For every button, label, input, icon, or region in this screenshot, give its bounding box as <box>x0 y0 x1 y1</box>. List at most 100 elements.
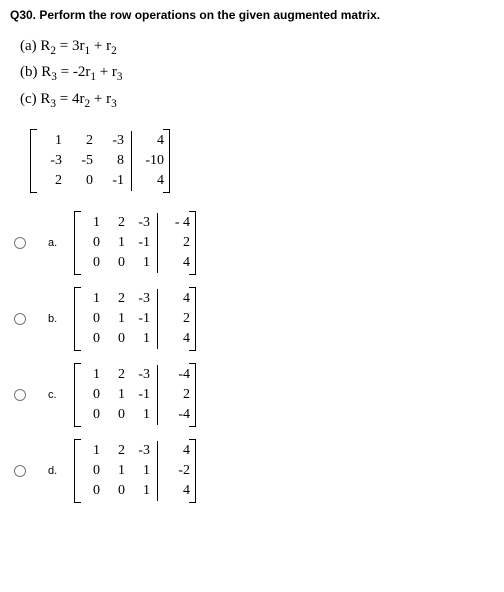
cell: 1 <box>78 443 103 459</box>
cell: 1 <box>103 463 128 479</box>
op-text: (c) R <box>20 91 50 107</box>
op-text: = 3r <box>56 38 84 54</box>
cell: 1 <box>34 133 65 149</box>
radio-d[interactable] <box>14 465 26 477</box>
aug-bar <box>131 171 132 191</box>
cell: -5 <box>65 153 96 169</box>
cell: - 4 <box>162 215 192 231</box>
cell: 1 <box>78 215 103 231</box>
cell: 1 <box>128 407 153 423</box>
cell: -10 <box>136 153 166 169</box>
cell: 1 <box>103 387 128 403</box>
op-text: (b) R <box>20 64 51 80</box>
page: Q30. Perform the row operations on the g… <box>0 0 504 592</box>
aug-bar <box>157 481 158 501</box>
cell: 1 <box>103 235 128 251</box>
cell: 0 <box>78 483 103 499</box>
cell: 2 <box>103 291 128 307</box>
aug-bar <box>157 309 158 329</box>
matrix-row: 0 0 1 4 <box>78 253 192 273</box>
matrix-row: 1 2 -3 4 <box>78 441 192 461</box>
cell: -4 <box>162 407 192 423</box>
op-text: + r <box>90 38 111 54</box>
choice-a: a. 1 2 -3 - 4 0 1 -1 2 0 0 <box>14 211 494 275</box>
cell: -3 <box>128 443 153 459</box>
cell: 0 <box>65 173 96 189</box>
cell: 0 <box>103 331 128 347</box>
cell: 1 <box>78 367 103 383</box>
matrix-row: 0 1 -1 2 <box>78 309 192 329</box>
choices: a. 1 2 -3 - 4 0 1 -1 2 0 0 <box>14 211 494 503</box>
aug-bar <box>157 405 158 425</box>
radio-b[interactable] <box>14 313 26 325</box>
choice-c: c. 1 2 -3 -4 0 1 -1 2 0 0 <box>14 363 494 427</box>
aug-bar <box>157 289 158 309</box>
matrix-row: 0 0 1 4 <box>78 329 192 349</box>
cell: 0 <box>78 463 103 479</box>
cell: 4 <box>162 331 192 347</box>
cell: 0 <box>103 255 128 271</box>
cell: 1 <box>128 331 153 347</box>
cell: -1 <box>128 311 153 327</box>
cell: 0 <box>103 483 128 499</box>
cell: -3 <box>128 367 153 383</box>
cell: 0 <box>103 407 128 423</box>
cell: 4 <box>162 443 192 459</box>
given-matrix: 1 2 -3 4 -3 -5 8 -10 2 0 -1 4 <box>30 129 170 193</box>
aug-bar <box>157 385 158 405</box>
choice-matrix: 1 2 -3 - 4 0 1 -1 2 0 0 1 <box>74 211 196 275</box>
aug-bar <box>131 131 132 151</box>
cell: 4 <box>136 133 166 149</box>
aug-bar <box>157 213 158 233</box>
cell: 0 <box>78 311 103 327</box>
cell: 2 <box>162 387 192 403</box>
op-text: = 4r <box>56 91 84 107</box>
aug-bar <box>157 233 158 253</box>
cell: -3 <box>128 291 153 307</box>
cell: 2 <box>34 173 65 189</box>
cell: 1 <box>128 255 153 271</box>
radio-c[interactable] <box>14 389 26 401</box>
matrix-row: 1 2 -3 4 <box>78 289 192 309</box>
cell: 0 <box>78 387 103 403</box>
matrix-row: 1 2 -3 4 <box>34 131 166 151</box>
matrix-row: 0 0 1 -4 <box>78 405 192 425</box>
cell: -4 <box>162 367 192 383</box>
choice-matrix: 1 2 -3 -4 0 1 -1 2 0 0 1 <box>74 363 196 427</box>
aug-bar <box>157 441 158 461</box>
op-sub: 2 <box>111 45 117 57</box>
op-sub: 3 <box>117 71 123 83</box>
cell: 0 <box>78 331 103 347</box>
choice-label: c. <box>48 389 66 401</box>
cell: 2 <box>65 133 96 149</box>
matrix-row: 1 2 -3 - 4 <box>78 213 192 233</box>
op-sub: 3 <box>111 98 117 110</box>
choice-label: d. <box>48 465 66 477</box>
cell: 1 <box>78 291 103 307</box>
aug-bar <box>131 151 132 171</box>
op-text: + r <box>90 91 111 107</box>
cell: 2 <box>162 235 192 251</box>
choice-label: b. <box>48 313 66 325</box>
op-text: (a) R <box>20 38 50 54</box>
cell: 0 <box>78 255 103 271</box>
operation-b: (b) R3 = -2r1 + r3 <box>20 62 494 85</box>
cell: -3 <box>128 215 153 231</box>
aug-bar <box>157 461 158 481</box>
question-title: Q30. Perform the row operations on the g… <box>10 8 494 22</box>
cell: 4 <box>136 173 166 189</box>
matrix-row: 0 1 1 -2 <box>78 461 192 481</box>
matrix-row: -3 -5 8 -10 <box>34 151 166 171</box>
cell: -3 <box>96 133 127 149</box>
aug-bar <box>157 365 158 385</box>
cell: 1 <box>128 483 153 499</box>
cell: 4 <box>162 255 192 271</box>
op-text: + r <box>96 64 117 80</box>
cell: 0 <box>78 407 103 423</box>
choice-matrix: 1 2 -3 4 0 1 -1 2 0 0 1 <box>74 287 196 351</box>
radio-a[interactable] <box>14 237 26 249</box>
cell: 2 <box>103 215 128 231</box>
cell: 2 <box>103 367 128 383</box>
cell: 4 <box>162 291 192 307</box>
operation-a: (a) R2 = 3r1 + r2 <box>20 36 494 59</box>
